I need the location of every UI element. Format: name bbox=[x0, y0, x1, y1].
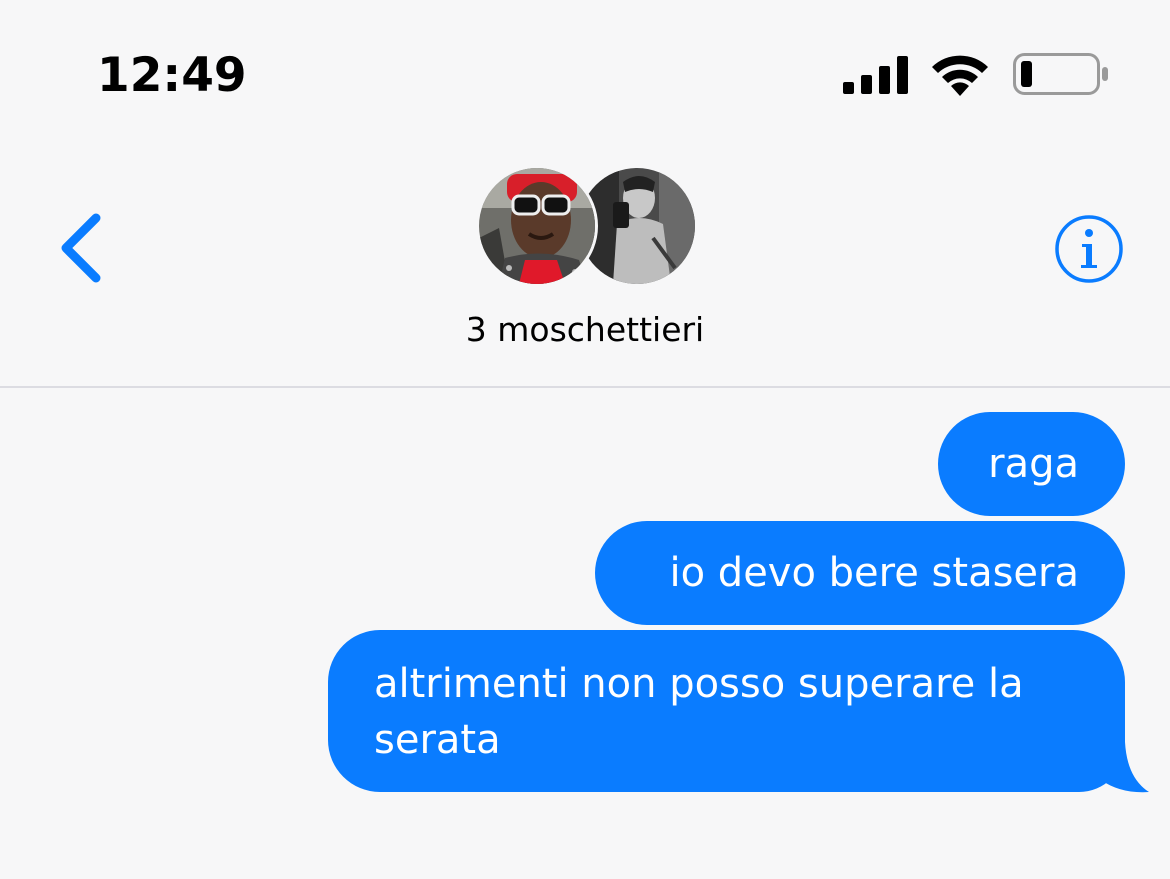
message-list: raga io devo bere stasera altrimenti non… bbox=[0, 390, 1170, 879]
chevron-left-icon[interactable] bbox=[52, 210, 108, 286]
signal-icon bbox=[843, 56, 908, 94]
avatar-sunglasses[interactable] bbox=[476, 165, 598, 287]
message-bubble[interactable]: io devo bere stasera bbox=[595, 521, 1125, 625]
group-name[interactable]: 3 moschettieri bbox=[0, 310, 1170, 349]
messages-screen: 12:49 3 moschettieri raga io devo bere s… bbox=[0, 0, 1170, 879]
message-bubble[interactable]: altrimenti non posso superare la serata bbox=[328, 630, 1125, 792]
wifi-icon bbox=[932, 55, 988, 96]
battery-icon bbox=[1013, 53, 1108, 95]
bubble-tail-icon bbox=[1095, 742, 1149, 793]
conversation-header: 3 moschettieri bbox=[0, 150, 1170, 388]
status-bar: 12:49 bbox=[0, 0, 1170, 150]
message-bubble[interactable]: raga bbox=[938, 412, 1125, 516]
info-icon[interactable] bbox=[1054, 214, 1124, 284]
status-time: 12:49 bbox=[97, 48, 247, 103]
group-avatars[interactable] bbox=[476, 165, 698, 289]
